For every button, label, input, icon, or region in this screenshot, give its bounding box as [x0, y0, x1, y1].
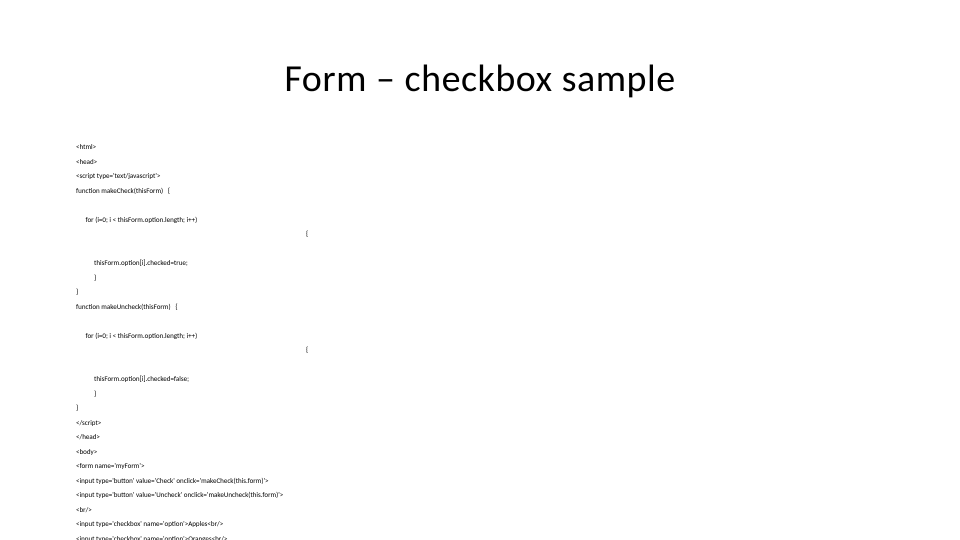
code-line: thisForm.option[i].checked=true;: [76, 256, 896, 271]
slide-title: Form – checkbox sample: [0, 56, 960, 102]
code-line: </head>: [76, 430, 896, 445]
code-line: </script>: [76, 416, 896, 431]
code-line: }: [76, 387, 896, 402]
code-line: <form name='myForm'>: [76, 459, 896, 474]
slide: Form – checkbox sample <html> <head> <sc…: [0, 0, 960, 540]
code-block: <html> <head> <script type='text/javascr…: [76, 140, 896, 540]
code-text: {: [306, 343, 308, 358]
code-text: {: [306, 227, 308, 242]
code-line: <script type='text/javascript'>: [76, 169, 896, 184]
code-line: <input type='checkbox' name='option'>Ora…: [76, 532, 896, 540]
code-line: <br/>: [76, 503, 896, 518]
code-line: }: [76, 401, 896, 416]
code-line: <html>: [76, 140, 896, 155]
code-line: <input type='checkbox' name='option'>App…: [76, 517, 896, 532]
code-line: thisForm.option[i].checked=false;: [76, 372, 896, 387]
code-line: }: [76, 271, 896, 286]
code-line: function makeCheck(thisForm) {: [76, 184, 896, 199]
code-line: for (i=0; i < thisForm.option.length; i+…: [76, 314, 896, 372]
code-text: for (i=0; i < thisForm.option.length; i+…: [86, 215, 198, 224]
code-line: }: [76, 285, 896, 300]
code-line: for (i=0; i < thisForm.option.length; i+…: [76, 198, 896, 256]
code-line: <head>: [76, 155, 896, 170]
code-line: <input type='button' value='Check' oncli…: [76, 474, 896, 489]
code-line: function makeUncheck(thisForm) {: [76, 300, 896, 315]
code-line: <input type='button' value='Uncheck' onc…: [76, 488, 896, 503]
code-line: <body>: [76, 445, 896, 460]
code-text: for (i=0; i < thisForm.option.length; i+…: [86, 331, 198, 340]
